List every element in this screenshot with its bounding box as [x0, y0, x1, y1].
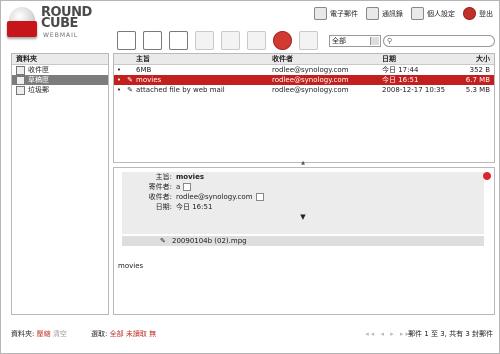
table-row[interactable]: • ✎ attached file by web mail rodlee@syn…: [114, 85, 494, 95]
preview-subject: movies: [176, 173, 204, 181]
logo-box: [7, 21, 37, 37]
attachment-icon: ✎: [127, 76, 133, 84]
select-none-link[interactable]: 無: [149, 330, 156, 338]
preview-date: 今日 16:51: [176, 203, 213, 211]
flag-icon: •: [116, 76, 122, 84]
pane-resize-handle[interactable]: ▲: [113, 161, 493, 166]
nav-settings[interactable]: 個人設定: [411, 7, 455, 20]
pager-controls[interactable]: ◂◂ ◂ ▸ ▸▸: [365, 329, 411, 339]
folder-sidebar: 資料夾 收件匣 草稿匣 垃圾郵: [11, 53, 109, 315]
reply-icon[interactable]: [195, 31, 214, 50]
message-list-header: 主旨 收件者 日期 大小: [114, 54, 494, 65]
flag-icon: •: [116, 86, 122, 94]
empty-link[interactable]: 清空: [53, 330, 67, 338]
flag-icon: •: [116, 66, 122, 74]
top-navigation: 電子郵件 通訊錄 個人設定 登出: [314, 7, 493, 20]
sidebar-header: 資料夾: [12, 54, 108, 65]
attachment-item[interactable]: ✎ 20090104b (02).mpg: [122, 236, 484, 246]
chevron-down-icon: [370, 37, 379, 45]
status-bar: 資料夾: 壓縮 清空 選取: 全部 未讀取 無 ◂◂ ◂ ▸ ▸▸ 郵件 1 至…: [11, 329, 493, 339]
logo-text: ROUND CUBE: [41, 5, 92, 31]
trash-icon: [16, 85, 25, 95]
toolbar: [117, 31, 318, 50]
contact-menu-icon[interactable]: [255, 193, 264, 201]
header-from[interactable]: 收件者: [272, 54, 382, 64]
expand-headers-icon[interactable]: ▼: [300, 212, 305, 222]
preview-headers: 主旨: movies 寄件者: a 收件者: rodlee@synology.com …: [122, 172, 484, 234]
reply-all-icon[interactable]: [221, 31, 240, 50]
sidebar-item-drafts[interactable]: 草稿匣: [12, 75, 108, 85]
table-row[interactable]: • ✎ movies rodlee@synology.com 今日 16:51 …: [114, 75, 494, 85]
message-list: 主旨 收件者 日期 大小 • 6MB rodlee@synology.com 今…: [113, 53, 495, 163]
inbox-icon: [16, 65, 25, 75]
compact-link[interactable]: 壓縮: [37, 330, 51, 338]
nav-addressbook[interactable]: 通訊錄: [366, 7, 403, 20]
message-preview: 主旨: movies 寄件者: a 收件者: rodlee@synology.com …: [113, 167, 495, 315]
table-row[interactable]: • 6MB rodlee@synology.com 今日 17:44 352 B: [114, 65, 494, 75]
header-subject[interactable]: 主旨: [136, 54, 272, 64]
forward-icon[interactable]: [247, 31, 266, 50]
message-count: 郵件 1 至 3, 共有 3 封郵件: [408, 330, 493, 338]
paperclip-icon: ✎: [160, 237, 166, 245]
contact-menu-icon[interactable]: [183, 183, 192, 191]
compose-icon[interactable]: [143, 31, 162, 50]
drafts-icon: [16, 75, 25, 85]
settings-icon: [411, 7, 424, 20]
search-input[interactable]: ⚲: [383, 35, 495, 47]
roundcube-logo: ROUND CUBE WEBMAIL: [7, 5, 127, 47]
print-icon[interactable]: [299, 31, 318, 50]
delete-icon[interactable]: [273, 31, 292, 50]
attachment-icon: ✎: [127, 86, 133, 94]
webmail-window: ROUND CUBE WEBMAIL 電子郵件 通訊錄 個人設定 登出 全部 ⚲ …: [0, 0, 500, 354]
mail-icon: [314, 7, 327, 20]
logout-icon: [463, 7, 476, 20]
sidebar-item-trash[interactable]: 垃圾郵: [12, 85, 108, 95]
nav-logout[interactable]: 登出: [463, 7, 493, 20]
addressbook-icon: [366, 7, 379, 20]
select-all-link[interactable]: 全部: [110, 330, 124, 338]
nav-mail[interactable]: 電子郵件: [314, 7, 358, 20]
preview-from[interactable]: a: [176, 182, 192, 192]
search-icon: ⚲: [387, 37, 393, 45]
select-unread-link[interactable]: 未讀取: [126, 330, 147, 338]
logo-subtext: WEBMAIL: [43, 32, 79, 39]
open-window-icon[interactable]: [483, 172, 491, 180]
message-body: movies: [118, 262, 144, 270]
filter-select[interactable]: 全部: [329, 35, 381, 47]
preview-to[interactable]: rodlee@synology.com: [176, 192, 264, 202]
sidebar-item-inbox[interactable]: 收件匣: [12, 65, 108, 75]
header-size[interactable]: 大小: [452, 54, 493, 64]
select-icon[interactable]: [169, 31, 188, 50]
check-mail-icon[interactable]: [117, 31, 136, 50]
header-date[interactable]: 日期: [382, 54, 452, 64]
